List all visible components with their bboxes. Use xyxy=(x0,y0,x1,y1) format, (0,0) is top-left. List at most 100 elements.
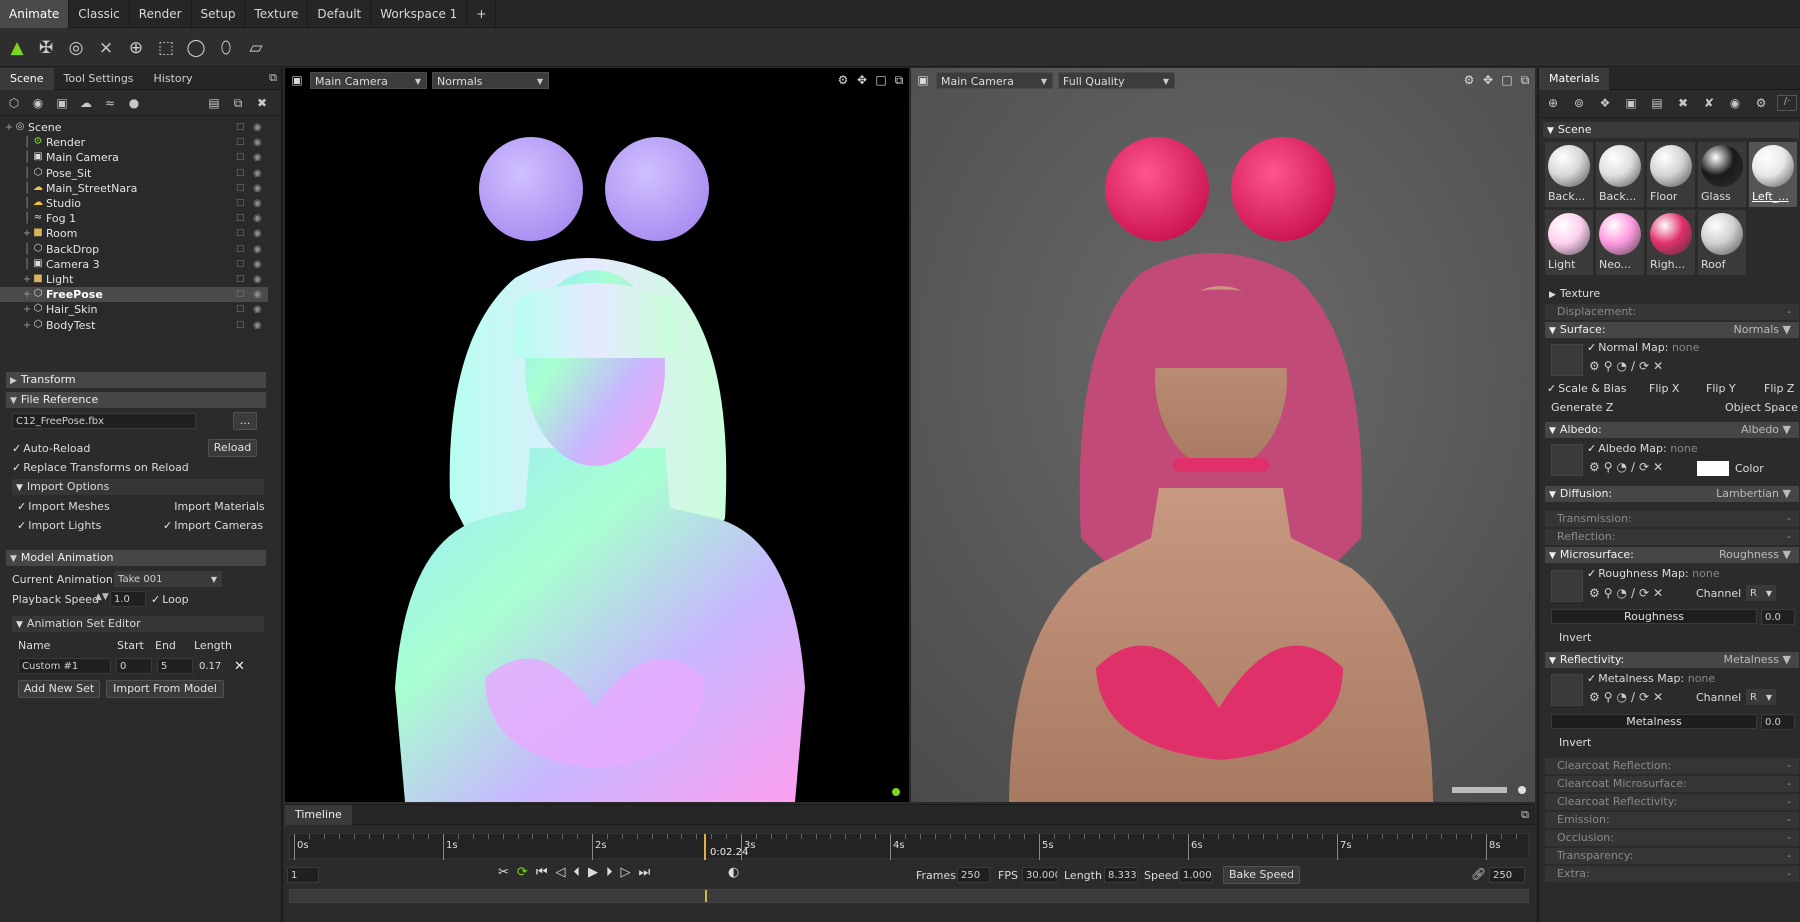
import-lights-checkbox[interactable]: ✓ Import Lights xyxy=(17,519,101,532)
clearcoat-microsurface-row[interactable]: Clearcoat Microsurface: - xyxy=(1545,776,1799,792)
albedo-header[interactable]: ▼ Albedo: Albedo ▼ xyxy=(1545,422,1799,438)
materials-scene-header[interactable]: ▼ Scene xyxy=(1543,122,1799,138)
viewport-right-camera-select[interactable]: Main Camera ▼ xyxy=(936,72,1053,89)
material-pick-icon[interactable]: ✘ xyxy=(1701,95,1717,111)
tab-scene[interactable]: Scene xyxy=(0,68,54,90)
lock-icon[interactable]: □ xyxy=(236,181,245,196)
material-folder-icon[interactable]: ▤ xyxy=(1649,95,1665,111)
lock-icon[interactable]: □ xyxy=(236,166,245,181)
lock-icon[interactable]: □ xyxy=(236,150,245,165)
loop-icon[interactable]: ⟳ xyxy=(517,865,536,880)
lock-icon[interactable]: □ xyxy=(236,287,245,302)
import-options-header[interactable]: ▼ Import Options xyxy=(12,479,264,495)
popout-icon[interactable]: ⧉ xyxy=(269,71,277,85)
timeline-tab[interactable]: Timeline xyxy=(285,805,352,825)
viewport-left-mode-select[interactable]: Normals ▼ xyxy=(432,72,549,89)
fps-input[interactable]: 30.000 xyxy=(1022,867,1058,883)
visibility-eye-icon[interactable]: ◉ xyxy=(253,226,262,241)
polygon-select-icon[interactable]: ▱ xyxy=(243,35,269,61)
reflectivity-header[interactable]: ▼ Reflectivity: Metalness ▼ xyxy=(1545,652,1799,668)
expand-icon[interactable]: + xyxy=(22,272,32,287)
material-apply-icon[interactable]: ◉ xyxy=(1727,95,1743,111)
tab-history[interactable]: History xyxy=(144,68,203,90)
link-icon[interactable]: 🔗︎ xyxy=(1471,867,1486,881)
scene-tree-item[interactable]: + ■ Room □ ◉ xyxy=(0,226,268,241)
reload-button[interactable]: Reload xyxy=(208,439,257,457)
visibility-eye-icon[interactable]: ◉ xyxy=(253,196,262,211)
tab-materials[interactable]: Materials xyxy=(1539,68,1610,90)
go-start-icon[interactable]: ⏮ xyxy=(536,865,556,880)
clearcoat-reflectivity-row[interactable]: Clearcoat Reflectivity: - xyxy=(1545,794,1799,810)
visibility-eye-icon[interactable]: ◉ xyxy=(253,135,262,150)
move-tool-icon[interactable]: ✠ xyxy=(33,35,59,61)
keyframe-track[interactable] xyxy=(289,889,1529,903)
replace-transforms-checkbox[interactable]: ✓ Replace Transforms on Reload xyxy=(12,461,189,474)
tab-texture[interactable]: Texture xyxy=(245,0,309,28)
lock-icon[interactable]: □ xyxy=(236,257,245,272)
lock-icon[interactable]: □ xyxy=(236,211,245,226)
roughness-channel-select[interactable]: R ▼ xyxy=(1746,585,1776,601)
visibility-eye-icon[interactable]: ◉ xyxy=(253,257,262,272)
scene-tree-item[interactable]: + ⬡ Hair_Skin □ ◉ xyxy=(0,302,268,317)
extra-row[interactable]: Extra: - xyxy=(1545,866,1799,882)
current-frame-input[interactable]: 1 xyxy=(287,867,319,883)
loop-checkbox[interactable]: ✓ Loop xyxy=(151,593,189,606)
circle-select-icon[interactable]: ◯ xyxy=(183,35,209,61)
object-space-checkbox[interactable]: Object Space xyxy=(1725,401,1798,414)
viewport-popout-icon[interactable]: ⧉ xyxy=(892,72,906,88)
playback-mode-icon[interactable]: ◐ xyxy=(728,865,739,880)
material-thumbnail[interactable]: Back... xyxy=(1596,142,1644,207)
rotate-tool-icon[interactable]: ◎ xyxy=(63,35,89,61)
viewport-right-pan-icon[interactable]: ✥ xyxy=(1481,72,1495,88)
visibility-eye-icon[interactable]: ◉ xyxy=(253,120,262,135)
browse-button[interactable]: ... xyxy=(233,412,257,430)
flip-x-checkbox[interactable]: Flip X xyxy=(1649,382,1679,395)
material-thumbnail[interactable]: Roof xyxy=(1698,210,1746,275)
add-new-set-button[interactable]: Add New Set xyxy=(18,680,100,698)
lock-icon[interactable]: □ xyxy=(236,135,245,150)
roughness-value-input[interactable]: 0.0 xyxy=(1761,609,1795,625)
duplicate-material-icon[interactable]: ⊚ xyxy=(1571,95,1587,111)
viewport-right-gear-icon[interactable]: ⚙ xyxy=(1462,72,1476,88)
albedo-color-swatch[interactable] xyxy=(1697,461,1729,476)
scene-tree-item[interactable]: + ■ Light □ ◉ xyxy=(0,272,268,287)
flip-y-checkbox[interactable]: Flip Y xyxy=(1706,382,1736,395)
metalness-map-thumb[interactable] xyxy=(1551,674,1583,706)
model-animation-header[interactable]: ▼ Model Animation xyxy=(6,550,266,566)
transmission-row[interactable]: Transmission: - xyxy=(1545,511,1799,527)
duplicate-icon[interactable]: ⧉ xyxy=(230,95,246,111)
expand-icon[interactable]: + xyxy=(22,226,32,241)
viewport-maximize-icon[interactable]: □ xyxy=(874,72,888,88)
scene-tree-item[interactable]: │ ☁ Studio □ ◉ xyxy=(0,196,268,211)
texture-header[interactable]: ▶ Texture xyxy=(1545,286,1799,302)
tab-default[interactable]: Default xyxy=(308,0,372,28)
timeline-ruler[interactable]: 0s 1s 2s 3s 4s 5s 6s 7s 8s 0:02.24 xyxy=(289,833,1529,860)
albedo-map-checkbox[interactable]: ✓ Albedo Map: none xyxy=(1587,442,1698,455)
metalness-channel-select[interactable]: R ▼ xyxy=(1746,689,1776,705)
rect-select-icon[interactable]: ⬚ xyxy=(153,35,179,61)
transform-tool-icon[interactable]: ⊕ xyxy=(123,35,149,61)
visibility-eye-icon[interactable]: ◉ xyxy=(253,287,262,302)
length-input[interactable]: 8.333 xyxy=(1104,867,1138,883)
visibility-eye-icon[interactable]: ◉ xyxy=(253,272,262,287)
metalness-map-tools[interactable]: ⚙⚲◔∕⟳✕ xyxy=(1589,690,1667,704)
viewport-pan-icon[interactable]: ✥ xyxy=(855,72,869,88)
set-start-input[interactable]: 0 xyxy=(116,658,152,674)
lock-icon[interactable]: □ xyxy=(236,242,245,257)
tab-render[interactable]: Render xyxy=(130,0,192,28)
step-forward-icon[interactable]: ⏵ xyxy=(606,865,621,880)
visibility-eye-icon[interactable]: ◉ xyxy=(253,318,262,333)
viewport-full-quality[interactable]: ▣ Main Camera ▼ Full Quality ▼ ⚙ ✥ □ ⧉ xyxy=(911,68,1535,802)
add-sky-icon[interactable]: ☁ xyxy=(78,95,94,111)
lasso-select-icon[interactable]: ⬯ xyxy=(213,35,239,61)
scene-tree-item[interactable]: │ ⬡ BackDrop □ ◉ xyxy=(0,242,268,257)
set-name-input[interactable]: Custom #1 xyxy=(18,658,111,674)
transparency-row[interactable]: Transparency: - xyxy=(1545,848,1799,864)
import-cameras-checkbox[interactable]: ✓ Import Cameras xyxy=(163,519,263,532)
visibility-eye-icon[interactable]: ◉ xyxy=(253,242,262,257)
material-thumbnail[interactable]: Floor xyxy=(1647,142,1695,207)
add-shape-icon[interactable]: ● xyxy=(126,95,142,111)
remove-set-icon[interactable]: ✕ xyxy=(234,659,245,674)
material-view-toggle[interactable]: /· xyxy=(1777,95,1797,111)
material-grid-icon[interactable]: ❖ xyxy=(1597,95,1613,111)
